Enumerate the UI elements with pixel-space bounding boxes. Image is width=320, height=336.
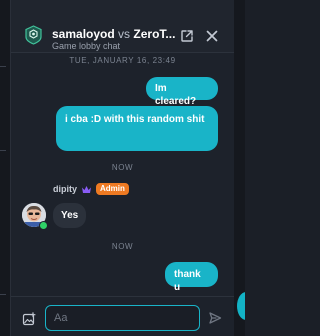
message-text: i cba :D with this random shit [65, 114, 205, 125]
player-two-name: ZeroT... [133, 27, 176, 41]
outgoing-message: thank u [165, 262, 218, 293]
message-text: thank u [174, 269, 201, 293]
message-text: Im cleared? [155, 83, 197, 107]
sender-name[interactable]: dipity [53, 184, 77, 194]
message-composer [11, 296, 234, 336]
message-sender: dipity Admin [53, 182, 129, 196]
game-logo-icon [25, 25, 42, 45]
player-one-name: samaloyod [52, 27, 115, 41]
message-timestamp: NOW [111, 242, 134, 251]
close-icon[interactable] [205, 29, 219, 43]
send-icon[interactable] [208, 311, 222, 325]
external-link-icon[interactable] [180, 29, 194, 43]
divider [0, 66, 6, 67]
admin-badge: Admin [96, 183, 129, 195]
outgoing-message: i cba :D with this random shit [56, 106, 218, 151]
message-timestamp: TUE, JANUARY 16, 23:49 [69, 56, 176, 65]
message-input[interactable] [45, 305, 200, 331]
image-icon[interactable] [22, 312, 36, 326]
incoming-message: Yes [53, 203, 86, 228]
online-status-indicator [39, 221, 48, 230]
page: samaloyod vs ZeroT... Game lobby chat TU… [0, 0, 245, 336]
versus-label: vs [118, 27, 131, 41]
floating-action-button[interactable] [237, 292, 245, 320]
message-text: Yes [61, 210, 79, 221]
chat-window: samaloyod vs ZeroT... Game lobby chat TU… [11, 0, 234, 336]
chat-header: samaloyod vs ZeroT... Game lobby chat [11, 0, 234, 53]
background-panel-left [0, 0, 11, 336]
outgoing-message: Im cleared? [146, 77, 218, 107]
divider [0, 150, 6, 151]
chat-subtitle: Game lobby chat [52, 41, 121, 51]
crown-icon [82, 185, 91, 193]
chat-title: samaloyod vs ZeroT... [52, 27, 178, 41]
divider [0, 294, 6, 295]
message-timestamp: NOW [111, 163, 134, 172]
background-panel-right [233, 0, 245, 336]
